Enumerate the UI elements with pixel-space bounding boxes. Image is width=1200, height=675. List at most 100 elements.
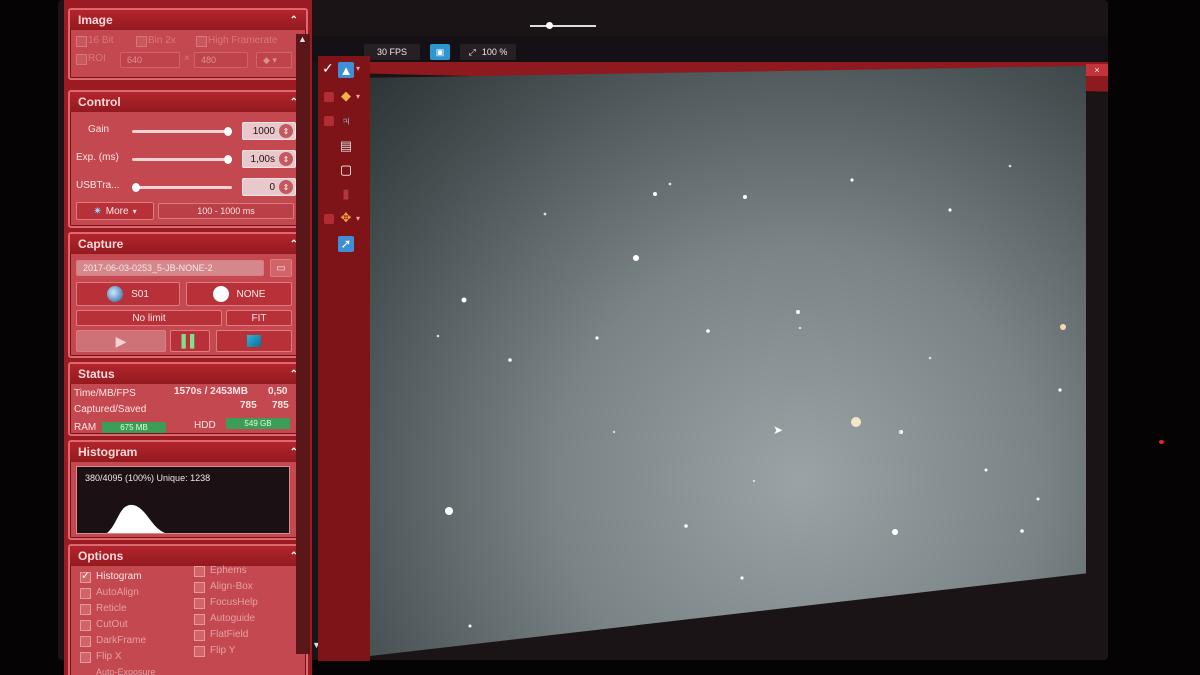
snapshot-icon[interactable]: ▤ — [338, 138, 354, 154]
panel-scrollbar[interactable] — [296, 34, 310, 654]
exposure-slider[interactable] — [132, 155, 232, 164]
exposure-spinbox[interactable]: 1,00s ⇕ — [242, 150, 296, 168]
option-autoguide-checkbox[interactable] — [194, 614, 205, 625]
opt-framerate-checkbox[interactable] — [196, 36, 207, 47]
gain-slider[interactable] — [132, 127, 232, 136]
pointer-tool-icon[interactable]: ➚ — [338, 236, 354, 252]
folder-icon: ▭ — [276, 262, 286, 274]
pause-capture-button[interactable]: ▌▌ — [170, 330, 210, 352]
tools-icon[interactable]: ✥ — [338, 210, 354, 226]
chevron-down-icon[interactable]: ▾ — [356, 92, 360, 101]
options-section-title: Options — [78, 549, 124, 563]
object-label: S01 — [131, 288, 149, 300]
star — [796, 310, 800, 314]
star — [798, 326, 802, 330]
display-mode-button[interactable]: ▣ — [430, 44, 450, 60]
option-flipx-checkbox[interactable] — [80, 652, 91, 663]
roi-width-field[interactable]: 640 — [120, 52, 180, 68]
image-section-title: Image — [78, 13, 113, 27]
usb-traffic-slider[interactable] — [132, 183, 232, 192]
camera-preview[interactable] — [370, 66, 1086, 656]
hdd-usage-bar: 549 GB — [226, 418, 290, 429]
capture-limit-button[interactable]: No limit — [76, 310, 222, 326]
ram-usage-bar: 675 MB — [102, 422, 166, 433]
option-flatfield-checkbox[interactable] — [194, 630, 205, 641]
object-button[interactable]: S01 — [76, 282, 180, 306]
usb-traffic-slider-knob[interactable] — [132, 183, 140, 192]
status-section-title: Status — [78, 367, 115, 381]
opt-bin-checkbox[interactable] — [136, 36, 147, 47]
ram-label: RAM — [74, 422, 97, 433]
usb-traffic-spinbox[interactable]: 0 ⇕ — [242, 178, 296, 196]
opt-16bit-label: 16 Bit — [88, 35, 114, 46]
scope-tool-icon[interactable]: ♃ — [338, 112, 354, 128]
gain-spinbox[interactable]: 1000 ⇕ — [242, 122, 296, 140]
option-histogram-label: Histogram — [96, 571, 142, 582]
option-flipx-label: Flip X — [96, 651, 122, 662]
roi-height-field[interactable]: 480 — [194, 52, 248, 68]
star — [752, 479, 756, 483]
histogram-section-header[interactable]: Histogram ⌃ — [70, 442, 306, 462]
folder-button[interactable]: ▭ — [270, 259, 292, 277]
option-cutout-checkbox[interactable] — [80, 620, 91, 631]
start-capture-button[interactable]: ▶ — [76, 330, 166, 352]
option-alignbox-checkbox[interactable] — [194, 582, 205, 593]
option-histogram-checkbox[interactable] — [80, 569, 91, 583]
control-section-title: Control — [78, 95, 121, 109]
star — [461, 297, 467, 303]
control-section-header[interactable]: Control ⌃ — [70, 92, 306, 112]
chevron-down-icon[interactable]: ▾ — [356, 64, 360, 73]
histogram-section-title: Histogram — [78, 445, 138, 459]
status-section-header[interactable]: Status ⌃ — [70, 364, 306, 384]
star — [436, 334, 440, 338]
power-led — [1159, 440, 1164, 444]
capture-section: Capture ⌃ 2017-06-03-0253_5-JB-NONE-2 ▭ … — [68, 232, 308, 358]
histogram-section: Histogram ⌃ 380/4095 (100%) Unique: 1238 — [68, 440, 308, 540]
notes-icon[interactable]: ▢ — [338, 162, 354, 178]
roi-checkbox[interactable] — [76, 54, 87, 65]
file-format-label: FIT — [251, 312, 267, 324]
options-section-header[interactable]: Options ⌃ — [70, 546, 306, 566]
gain-slider-knob[interactable] — [224, 127, 232, 136]
tool-toggle-checkbox[interactable] — [324, 214, 334, 224]
collapse-icon[interactable]: ⌃ — [290, 15, 298, 26]
tool-toggle-checkbox[interactable] — [324, 92, 334, 102]
fps-display: 30 FPS — [364, 44, 420, 60]
exposure-label: Exp. (ms) — [76, 152, 119, 163]
spin-arrows-icon[interactable]: ⇕ — [279, 152, 293, 166]
preview-button[interactable] — [216, 330, 292, 352]
star — [948, 208, 952, 212]
more-button[interactable]: ✷ More ▾ — [76, 202, 154, 220]
option-ephems-checkbox[interactable] — [194, 566, 205, 577]
capture-section-header[interactable]: Capture ⌃ — [70, 234, 306, 254]
option-focushelp-checkbox[interactable] — [194, 598, 205, 609]
tool-toggle-checkbox[interactable] — [324, 116, 334, 126]
spin-arrows-icon[interactable]: ⇕ — [279, 180, 293, 194]
filter-icon — [212, 286, 229, 302]
scroll-up-icon[interactable]: ▲ — [298, 34, 307, 44]
filter-button[interactable]: NONE — [186, 282, 292, 306]
option-darkframe-checkbox[interactable] — [80, 636, 91, 647]
chevron-down-icon[interactable]: ▾ — [356, 214, 360, 223]
star — [892, 529, 898, 535]
checkmark-icon[interactable]: ✓ — [322, 60, 334, 77]
spin-arrows-icon[interactable]: ⇕ — [279, 124, 293, 138]
file-format-button[interactable]: FIT — [226, 310, 292, 326]
zoom-slider[interactable] — [530, 22, 596, 29]
option-autoalign-checkbox[interactable] — [80, 588, 91, 599]
option-flipy-checkbox[interactable] — [194, 646, 205, 657]
roi-preset-dropdown[interactable]: ◆ ▾ — [256, 52, 292, 68]
close-button[interactable]: × — [1086, 64, 1108, 76]
stretch-tool-icon[interactable]: ▲ — [338, 62, 354, 78]
trash-icon[interactable]: ▮ — [338, 186, 354, 202]
exposure-range-display: 100 - 1000 ms — [158, 203, 294, 219]
option-reticle-checkbox[interactable] — [80, 604, 91, 615]
exposure-slider-knob[interactable] — [224, 155, 232, 164]
capture-filename-field[interactable]: 2017-06-03-0253_5-JB-NONE-2 — [76, 260, 264, 276]
zoom-control[interactable]: ⤢ 100 % — [460, 44, 516, 60]
box-tool-icon[interactable]: ◆ — [338, 88, 354, 104]
opt-16bit-checkbox[interactable] — [76, 36, 87, 47]
star — [984, 468, 988, 472]
image-section-header[interactable]: Image ⌃ — [70, 10, 306, 30]
star — [743, 195, 747, 199]
